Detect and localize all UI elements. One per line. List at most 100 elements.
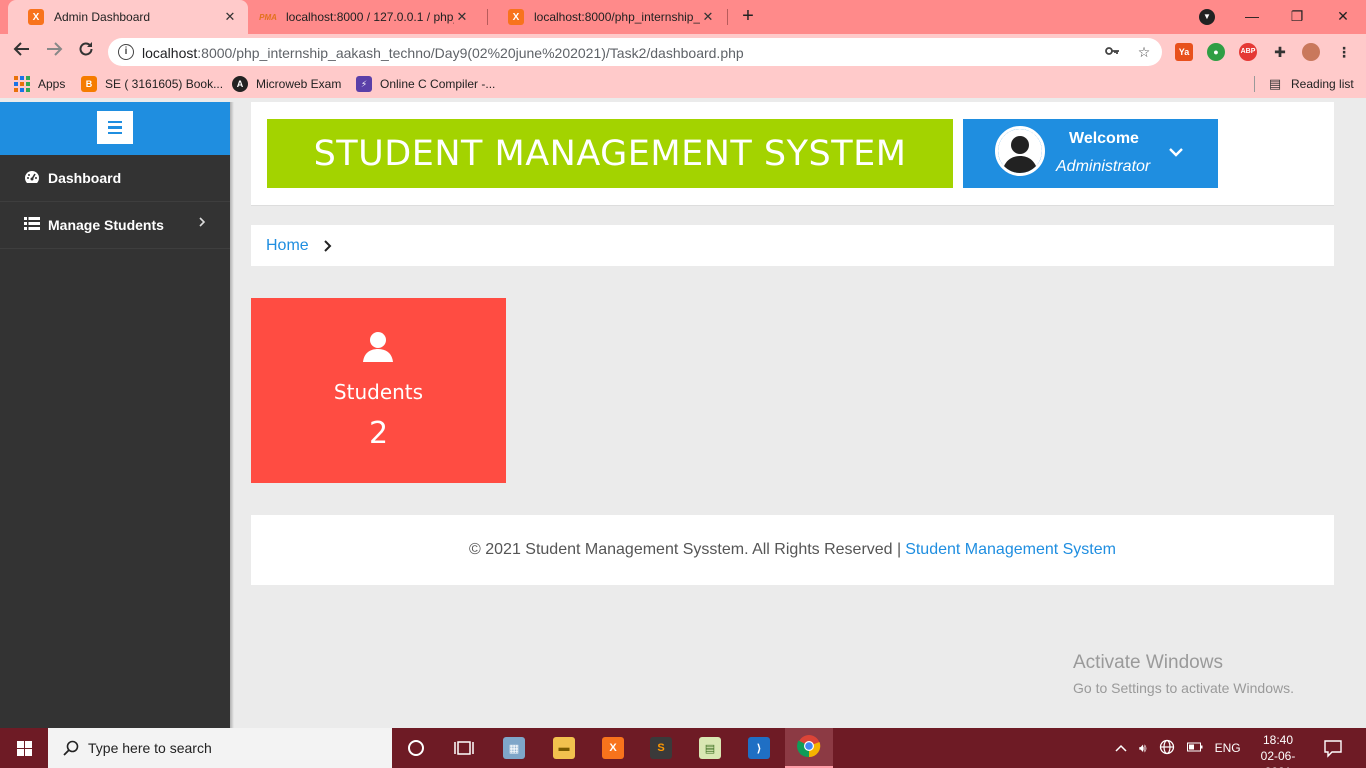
sidebar-item-manage-students[interactable]: Manage Students bbox=[0, 202, 230, 249]
user-icon bbox=[361, 330, 395, 364]
menu-kebab-icon[interactable]: ⋮ bbox=[1335, 43, 1353, 61]
clock-time: 18:40 bbox=[1262, 733, 1294, 747]
tab-title: Admin Dashboard bbox=[54, 10, 151, 24]
reading-list-label: Reading list bbox=[1291, 77, 1354, 91]
list-icon bbox=[24, 217, 40, 233]
footer-copyright: © 2021 Student Management Sysstem. All R… bbox=[469, 541, 902, 558]
bookmark-online-compiler[interactable]: ⚡ Online C Compiler -... bbox=[356, 75, 495, 93]
reload-icon[interactable] bbox=[74, 40, 98, 64]
notification-icon[interactable] bbox=[1322, 737, 1344, 759]
chevron-down-icon[interactable] bbox=[1165, 141, 1187, 163]
extension-icon[interactable]: Ya bbox=[1175, 43, 1193, 61]
reading-list[interactable]: ▤ Reading list bbox=[1267, 75, 1354, 93]
task-view-button[interactable] bbox=[440, 728, 488, 768]
welcome-title: Welcome bbox=[1069, 130, 1139, 147]
taskbar-app-chrome[interactable] bbox=[785, 728, 833, 768]
star-icon[interactable]: ☆ bbox=[1135, 43, 1153, 61]
browser-tab-bar: X Admin Dashboard ✕ PMA localhost:8000 /… bbox=[0, 0, 1366, 34]
tab-admin-dashboard[interactable]: X Admin Dashboard ✕ bbox=[8, 0, 248, 34]
chevron-right-icon bbox=[198, 216, 206, 230]
xampp-icon: X bbox=[602, 737, 624, 759]
bookmark-label: Apps bbox=[38, 77, 66, 91]
restore-icon[interactable]: ❐ bbox=[1285, 4, 1309, 28]
breadcrumb: Home bbox=[251, 225, 1334, 266]
windows-logo-icon bbox=[16, 740, 32, 756]
control-panel-icon: ▦ bbox=[503, 737, 525, 759]
stat-value: 2 bbox=[368, 416, 389, 451]
welcome-role: Administrator bbox=[1056, 158, 1151, 175]
tab-separator bbox=[727, 9, 728, 25]
site-info-icon[interactable]: i bbox=[118, 44, 134, 60]
watermark-subtitle: Go to Settings to activate Windows. bbox=[1073, 680, 1294, 696]
bookmarks-divider bbox=[1254, 76, 1255, 92]
address-bar[interactable]: i localhost:8000/php_internship_aakash_t… bbox=[108, 38, 1162, 66]
close-icon[interactable]: ✕ bbox=[700, 9, 716, 25]
close-icon[interactable]: ✕ bbox=[454, 9, 470, 25]
language-indicator[interactable]: ENG bbox=[1215, 741, 1241, 755]
taskbar-app-xampp[interactable]: X bbox=[589, 728, 637, 768]
blogger-icon: B bbox=[81, 76, 97, 92]
key-icon[interactable] bbox=[1103, 43, 1121, 61]
taskbar-app-sublime[interactable]: S bbox=[637, 728, 685, 768]
sidebar-toggle-button[interactable] bbox=[97, 111, 133, 144]
taskbar-app-control-panel[interactable]: ▦ bbox=[490, 728, 538, 768]
xampp-icon: X bbox=[28, 9, 44, 25]
stat-label: Students bbox=[333, 380, 424, 404]
sidebar-shadow bbox=[230, 102, 234, 728]
taskbar-clock[interactable]: 18:40 02-06-2021 bbox=[1250, 732, 1306, 768]
bookmark-label: Online C Compiler -... bbox=[380, 77, 496, 91]
volume-icon[interactable]: 🔊︎ bbox=[1139, 741, 1147, 756]
page-footer: © 2021 Student Management Sysstem. All R… bbox=[251, 515, 1334, 585]
taskbar-app-file-explorer[interactable]: ▬ bbox=[540, 728, 588, 768]
vscode-icon: ⟩ bbox=[748, 737, 770, 759]
page-title-banner: STUDENT MANAGEMENT SYSTEM bbox=[267, 119, 953, 188]
tab-internship[interactable]: X localhost:8000/php_internship_aa ✕ bbox=[488, 0, 726, 34]
sidebar-item-dashboard[interactable]: Dashboard bbox=[0, 155, 230, 202]
chevron-up-icon[interactable] bbox=[1115, 741, 1127, 755]
forward-icon[interactable] bbox=[42, 40, 66, 64]
back-icon[interactable] bbox=[10, 40, 34, 64]
puzzle-icon[interactable]: ✚ bbox=[1271, 43, 1289, 61]
tab-phpmyadmin[interactable]: PMA localhost:8000 / 127.0.0.1 / php_i ✕ bbox=[248, 0, 480, 34]
activate-windows-watermark: Activate Windows Go to Settings to activ… bbox=[1073, 652, 1294, 696]
sidebar-header bbox=[0, 102, 230, 155]
footer-link[interactable]: Student Management System bbox=[905, 541, 1116, 559]
spreadsheet-icon: ▤ bbox=[699, 737, 721, 759]
avatar bbox=[995, 126, 1045, 176]
cortana-button[interactable] bbox=[392, 728, 440, 768]
sidebar-item-label: Manage Students bbox=[48, 217, 164, 233]
search-icon bbox=[62, 739, 80, 757]
battery-icon[interactable] bbox=[1186, 741, 1203, 755]
network-globe-icon[interactable] bbox=[1159, 739, 1175, 758]
bookmark-microweb-exam[interactable]: A Microweb Exam bbox=[232, 75, 341, 93]
taskbar-search-box[interactable]: Type here to search bbox=[48, 728, 392, 768]
profile-avatar[interactable] bbox=[1302, 43, 1320, 61]
minimize-icon[interactable]: — bbox=[1240, 4, 1264, 28]
bookmarks-bar: Apps B SE ( 3161605) Book... A Microweb … bbox=[0, 70, 1366, 98]
taskbar-app-vscode[interactable]: ⟩ bbox=[735, 728, 783, 768]
sublime-icon: S bbox=[650, 737, 672, 759]
taskbar-app-sheets[interactable]: ▤ bbox=[686, 728, 734, 768]
tab-title: localhost:8000/php_internship_aa bbox=[534, 10, 700, 24]
reading-list-icon: ▤ bbox=[1268, 76, 1282, 91]
tab-search-icon[interactable]: ▼ bbox=[1199, 9, 1215, 25]
apps-grid-icon bbox=[14, 76, 30, 92]
page-body: Dashboard Manage Students STUDENT MANAGE… bbox=[0, 102, 1366, 728]
folder-icon: ▬ bbox=[553, 737, 575, 759]
breadcrumb-home-link[interactable]: Home bbox=[266, 237, 309, 255]
close-icon[interactable]: ✕ bbox=[222, 9, 238, 25]
bookmark-apps[interactable]: Apps bbox=[14, 75, 65, 93]
phpmyadmin-icon: PMA bbox=[259, 12, 277, 22]
close-window-icon[interactable]: ✕ bbox=[1331, 4, 1355, 28]
user-menu-dropdown[interactable]: Welcome Administrator bbox=[963, 119, 1218, 188]
bookmark-label: SE ( 3161605) Book... bbox=[105, 77, 224, 91]
adblock-icon[interactable]: ABP bbox=[1239, 43, 1257, 61]
chrome-icon bbox=[796, 734, 821, 763]
bookmark-se-book[interactable]: B SE ( 3161605) Book... bbox=[81, 75, 223, 93]
browser-toolbar: i localhost:8000/php_internship_aakash_t… bbox=[0, 34, 1366, 70]
xampp-icon: X bbox=[508, 9, 524, 25]
extension-icon[interactable]: ● bbox=[1207, 43, 1225, 61]
students-stat-card[interactable]: Students 2 bbox=[251, 298, 506, 483]
start-button[interactable] bbox=[0, 728, 48, 768]
new-tab-button[interactable]: + bbox=[738, 5, 758, 29]
